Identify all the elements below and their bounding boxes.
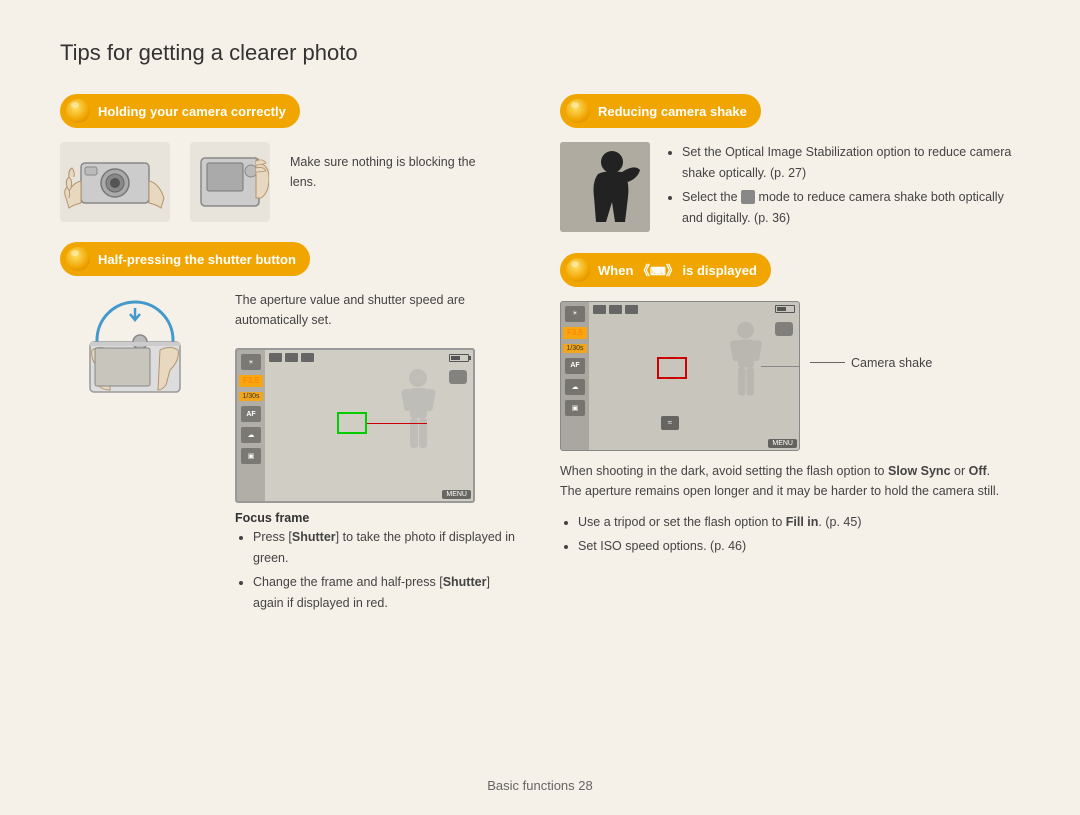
when-intro-text: When shooting in the dark, avoid setting… — [560, 461, 1010, 502]
screen-top-icons — [269, 353, 314, 362]
screen-icon-f: ☁ — [241, 427, 261, 443]
when-shutter: 1/30s — [563, 344, 587, 353]
page-title: Tips for getting a clearer photo — [60, 40, 1020, 66]
screen-left-panel: ☀ F3.5 1/30s AF ☁ ▣ — [237, 350, 265, 501]
right-column: Reducing camera shake — [560, 94, 1020, 638]
camera-shake-line — [810, 362, 845, 363]
screen-icon-1 — [269, 353, 282, 362]
when-aperture: F3.5 — [563, 327, 587, 339]
when-connector-line — [761, 366, 800, 367]
shake-mode-icon — [741, 190, 755, 204]
reducing-bullet-list: Set the Optical Image Stabilization opti… — [682, 142, 1020, 229]
half-press-section: Half-pressing the shutter button — [60, 242, 520, 618]
when-icon-3 — [625, 305, 638, 314]
when-camera-icon — [775, 322, 793, 336]
person-silhouette-svg — [560, 142, 650, 232]
reducing-bullet-2: Select the mode to reduce camera shake b… — [682, 187, 1020, 228]
when-screen-q: ▣ — [565, 400, 585, 416]
focus-bullet-2: Change the frame and half-press [Shutter… — [253, 572, 520, 613]
when-content: ☀ F3.5 1/30s AF ☁ ▣ — [560, 301, 1020, 562]
when-screen-af: AF — [565, 358, 585, 374]
battery-fill — [451, 356, 460, 360]
shutter-hand-illustration — [60, 290, 215, 420]
when-icon — [566, 258, 590, 282]
when-screen-row: ☀ F3.5 1/30s AF ☁ ▣ — [560, 301, 1020, 451]
screen-camera-button-icon — [449, 370, 467, 384]
reducing-content: Set the Optical Image Stabilization opti… — [560, 142, 1020, 233]
when-screen-f: ☁ — [565, 379, 585, 395]
screen-and-label: ☀ F3.5 1/30s AF ☁ ▣ — [235, 348, 520, 503]
page: Tips for getting a clearer photo Holding… — [0, 0, 1080, 815]
focus-bullet-1: Press [Shutter] to take the photo if dis… — [253, 527, 520, 568]
reducing-header: Reducing camera shake — [560, 94, 761, 128]
camera-back-svg — [191, 143, 269, 221]
holding-text: Make sure nothing is blocking the lens. — [290, 142, 490, 192]
when-camera-screen: ☀ F3.5 1/30s AF ☁ ▣ — [560, 301, 800, 451]
footer-text: Basic functions 28 — [487, 778, 593, 793]
screen-icon-af: AF — [241, 406, 261, 422]
when-icon-1 — [593, 305, 606, 314]
holding-label: Holding your camera correctly — [98, 104, 286, 119]
screen-icon-top: ☀ — [241, 354, 261, 370]
when-icon-2 — [609, 305, 622, 314]
screen-menu-label: MENU — [442, 490, 471, 499]
when-header: When 《⌨》 is displayed — [560, 253, 771, 287]
half-press-label: Half-pressing the shutter button — [98, 252, 296, 267]
when-battery — [775, 305, 795, 313]
when-section: When 《⌨》 is displayed ☀ F3.5 1/30s AF — [560, 253, 1020, 562]
left-column: Holding your camera correctly — [60, 94, 520, 638]
camera-front-view — [60, 142, 170, 222]
when-menu-label: MENU — [768, 439, 797, 448]
when-bullet-list: Use a tripod or set the flash option to … — [578, 512, 1020, 561]
page-footer: Basic functions 28 — [0, 778, 1080, 793]
camera-shake-label-area: Camera shake — [810, 301, 932, 370]
shake-indicator-icon: ≈ — [661, 416, 679, 430]
holding-section: Holding your camera correctly — [60, 94, 520, 222]
reducing-section: Reducing camera shake — [560, 94, 1020, 233]
when-person-silhouette — [725, 320, 767, 415]
screen-icon-3 — [301, 353, 314, 362]
when-screen-left-panel: ☀ F3.5 1/30s AF ☁ ▣ — [561, 302, 589, 450]
when-bullet-1: Use a tripod or set the flash option to … — [578, 512, 1020, 533]
when-battery-fill — [777, 307, 786, 311]
screen-icon-q: ▣ — [241, 448, 261, 464]
when-bullet-2: Set ISO speed options. (p. 46) — [578, 536, 1020, 557]
battery-indicator — [449, 354, 469, 362]
camera-shake-text: Camera shake — [851, 356, 932, 370]
half-press-header: Half-pressing the shutter button — [60, 242, 310, 276]
camera-back-view — [190, 142, 270, 222]
aperture-value: F3.5 — [239, 375, 263, 387]
when-top-icons — [593, 305, 638, 314]
when-screen-icon-top: ☀ — [565, 306, 585, 322]
focus-frame-green — [337, 412, 367, 434]
camera-screen-mockup: ☀ F3.5 1/30s AF ☁ ▣ — [235, 348, 475, 503]
person-silhouette-image — [560, 142, 650, 232]
half-press-content: The aperture value and shutter speed are… — [60, 290, 520, 618]
shutter-speed-value: 1/30s — [239, 392, 263, 401]
content-grid: Holding your camera correctly — [60, 94, 1020, 638]
shutter-hand-svg — [60, 290, 215, 420]
reducing-bullets-area: Set the Optical Image Stabilization opti… — [664, 142, 1020, 233]
connector-line-green — [367, 423, 427, 424]
screen-top-row — [269, 353, 469, 362]
focus-frame-bullets: Press [Shutter] to take the photo if dis… — [253, 527, 520, 614]
battery-cap — [469, 356, 471, 360]
camera-holding-illustration: Make sure nothing is blocking the lens. — [60, 142, 520, 222]
focus-frame-info: Focus frame Press [Shutter] to take the … — [235, 511, 520, 618]
reducing-label: Reducing camera shake — [598, 104, 747, 119]
aperture-info-text: The aperture value and shutter speed are… — [235, 290, 520, 330]
person-silhouette-screen — [396, 368, 441, 468]
holding-header: Holding your camera correctly — [60, 94, 300, 128]
screen-icon-2 — [285, 353, 298, 362]
focus-frame-red — [657, 357, 687, 379]
holding-icon — [66, 99, 90, 123]
half-press-icon — [66, 247, 90, 271]
reducing-bullet-1: Set the Optical Image Stabilization opti… — [682, 142, 1020, 183]
camera-front-svg — [61, 143, 169, 221]
reducing-icon — [566, 99, 590, 123]
when-screen-top-row — [593, 305, 795, 314]
half-press-right: The aperture value and shutter speed are… — [235, 290, 520, 618]
when-label: When 《⌨》 is displayed — [598, 260, 757, 279]
focus-frame-label: Focus frame — [235, 511, 520, 525]
